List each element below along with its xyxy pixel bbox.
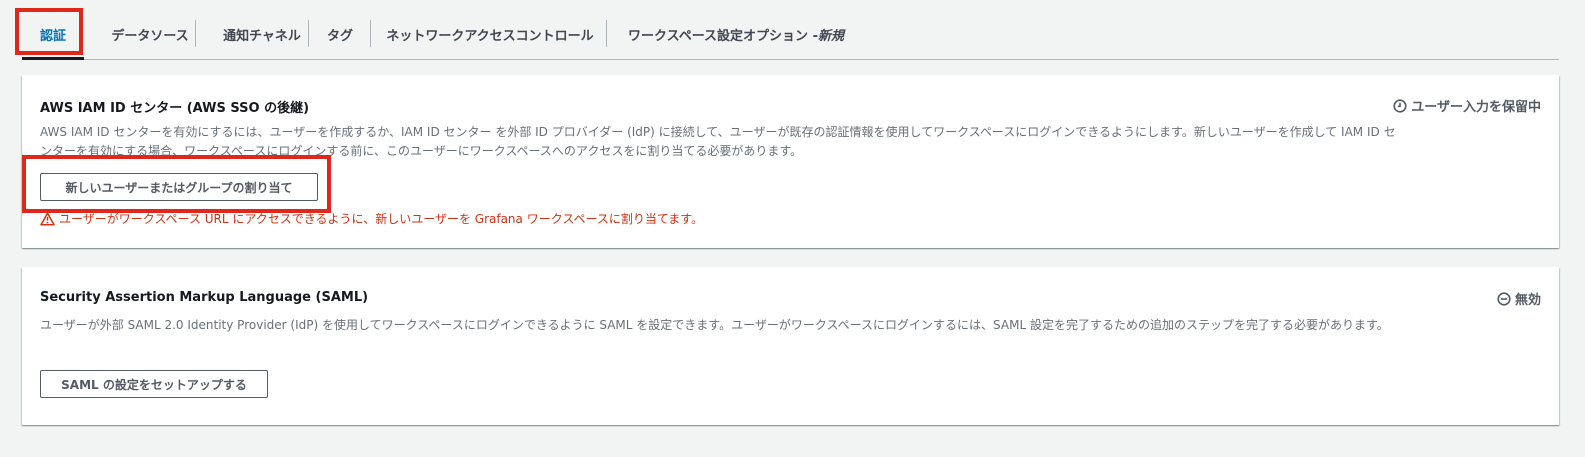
tab-workspace-config-options[interactable]: ワークスペース設定オプション - 新規: [620, 20, 852, 48]
active-tab-indicator: [22, 57, 84, 60]
saml-card: Security Assertion Markup Language (SAML…: [22, 267, 1559, 425]
tab-bar: 認証 データソース 通知チャネル タグ ネットワークアクセスコントロール ワーク…: [22, 0, 1559, 60]
tab-new-label: 新規: [817, 28, 844, 44]
tab-separator: [606, 20, 607, 47]
tab-label: 認証: [39, 28, 66, 44]
warning-message: ユーザーがワークスペース URL にアクセスできるように、新しいユーザーを Gr…: [40, 210, 703, 227]
tab-label: 通知チャネル: [223, 28, 301, 44]
clock-icon: [1393, 98, 1407, 113]
tab-label: ネットワークアクセスコントロール: [386, 28, 594, 44]
card-description: AWS IAM ID センターを有効にするには、ユーザーを作成するか、IAM I…: [40, 125, 1396, 158]
status-text: 無効: [1514, 293, 1541, 308]
tab-label: タグ: [326, 28, 353, 44]
tab-separator: [370, 20, 371, 47]
iam-identity-center-card: AWS IAM ID センター (AWS SSO の後継) ユーザー入力を保留中…: [22, 75, 1559, 248]
tab-separator: [195, 20, 196, 47]
warning-text: ユーザーがワークスペース URL にアクセスできるように、新しいユーザーを Gr…: [59, 212, 704, 226]
card-title: AWS IAM ID センター (AWS SSO の後継): [40, 101, 310, 116]
status-pending: ユーザー入力を保留中: [1393, 96, 1541, 115]
warning-icon: [40, 211, 55, 226]
card-description: ユーザーが外部 SAML 2.0 Identity Provider (IdP)…: [40, 318, 1389, 332]
tab-tags[interactable]: タグ: [322, 20, 358, 48]
tab-data-sources[interactable]: データソース: [102, 20, 198, 48]
status-text: ユーザー入力を保留中: [1411, 100, 1541, 115]
setup-saml-button[interactable]: SAML の設定をセットアップする: [40, 370, 268, 398]
tab-label: データソース: [111, 28, 189, 44]
tab-network-access-control[interactable]: ネットワークアクセスコントロール: [384, 20, 596, 48]
tab-separator: [308, 20, 309, 47]
card-title: Security Assertion Markup Language (SAML…: [40, 290, 369, 305]
status-disabled: 無効: [1497, 289, 1541, 308]
tab-authentication[interactable]: 認証: [22, 20, 84, 48]
tab-label: ワークスペース設定オプション -: [628, 28, 818, 44]
assign-user-or-group-button[interactable]: 新しいユーザーまたはグループの割り当て: [40, 173, 318, 201]
disabled-icon: [1497, 291, 1511, 306]
tab-notification-channels[interactable]: 通知チャネル: [210, 20, 314, 48]
